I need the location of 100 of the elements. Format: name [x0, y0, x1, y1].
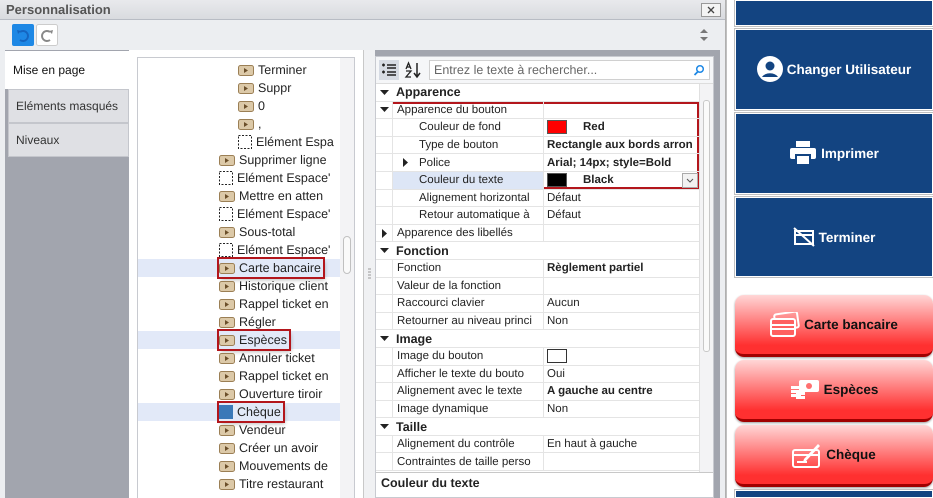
- tree-item[interactable]: Historique client: [219, 277, 330, 295]
- categorized-icon[interactable]: [379, 60, 399, 80]
- category-label: Apparence: [395, 85, 461, 100]
- scrollbar[interactable]: [340, 58, 354, 498]
- pos-button[interactable]: Carte bancaire: [735, 295, 933, 358]
- tree-item[interactable]: Elément Espace': [219, 169, 332, 187]
- tree-item[interactable]: Elément Espa: [238, 133, 336, 151]
- play-tag-icon: [238, 100, 254, 112]
- side-tab[interactable]: Niveaux: [8, 123, 129, 157]
- cash-icon: [790, 378, 820, 401]
- side-tab[interactable]: Eléments masqués: [8, 89, 129, 123]
- crossed-out-card-icon: [792, 227, 815, 248]
- square-icon: [219, 405, 233, 419]
- tree-item[interactable]: Annuler ticket: [219, 349, 317, 367]
- property-label[interactable]: Type de bouton: [393, 136, 543, 154]
- empty-image-box: [547, 349, 567, 364]
- dashed-square-icon: [219, 243, 233, 257]
- play-tag-icon: [219, 424, 235, 436]
- property-label[interactable]: Image dynamique: [393, 400, 543, 418]
- property-value: Arial; 14px; style=Bold: [547, 156, 672, 169]
- tree-item[interactable]: Rappel ticket en: [219, 295, 331, 313]
- tree-item[interactable]: 0: [238, 97, 267, 115]
- property-value: Red: [583, 121, 605, 134]
- pos-button[interactable]: [735, 490, 933, 498]
- redo-icon[interactable]: [36, 24, 58, 46]
- property-label[interactable]: Couleur de fond: [393, 119, 543, 136]
- expand-triangle-icon[interactable]: [380, 228, 388, 238]
- property-label[interactable]: Apparence du bouton: [393, 102, 543, 118]
- tree-item[interactable]: Créer un avoir: [219, 439, 320, 457]
- property-label[interactable]: Afficher le texte du bouto: [393, 366, 543, 382]
- splitter-grip-icon[interactable]: [368, 268, 371, 280]
- window-title: Personnalisation: [6, 2, 111, 17]
- tree-item[interactable]: Mouvements de: [219, 457, 330, 475]
- pos-button[interactable]: Terminer: [735, 196, 933, 278]
- user-icon: [756, 56, 783, 82]
- property-label[interactable]: Alignement horizontal: [393, 190, 543, 206]
- sort-alphabetical-icon[interactable]: [403, 60, 423, 80]
- play-tag-icon: [219, 190, 235, 202]
- play-tag-icon: [219, 388, 235, 400]
- property-label[interactable]: Valeur de la fonction: [393, 278, 543, 294]
- property-label[interactable]: Fonction: [393, 260, 543, 277]
- printer-icon: [789, 140, 818, 166]
- property-value: Règlement partiel: [547, 262, 644, 274]
- category-label: Image: [395, 332, 432, 346]
- tree-item[interactable]: Terminer: [238, 61, 309, 79]
- property-value: Défaut: [547, 192, 581, 204]
- play-tag-icon: [219, 352, 235, 364]
- expand-triangle-icon[interactable]: [380, 246, 388, 256]
- side-tab[interactable]: Mise en page: [5, 51, 129, 89]
- property-label[interactable]: Apparence des libellés: [393, 224, 543, 242]
- property-value: Défaut: [547, 209, 581, 222]
- property-label[interactable]: Police: [393, 154, 543, 171]
- tree-item[interactable]: Vendeur: [219, 421, 288, 439]
- expand-triangle-icon[interactable]: [380, 105, 388, 114]
- property-label[interactable]: Retour automatique à: [393, 207, 543, 224]
- property-label[interactable]: Contraintes de taille perso: [393, 453, 543, 470]
- tree-item[interactable]: Sous-total: [219, 223, 298, 241]
- expand-triangle-icon[interactable]: [380, 422, 388, 432]
- scrollbar[interactable]: [699, 84, 713, 472]
- tree-item[interactable]: Mettre en atten: [219, 187, 326, 205]
- search-field[interactable]: Entrez le texte à rechercher...: [429, 60, 710, 80]
- tree-item[interactable]: Titre restaurant: [219, 475, 326, 493]
- tree-item[interactable]: Suppr: [238, 79, 294, 97]
- pos-button[interactable]: Imprimer: [735, 112, 933, 194]
- search-icon: [693, 64, 705, 76]
- dashed-square-icon: [219, 171, 233, 185]
- property-value: Oui: [547, 368, 565, 380]
- property-value: En haut à gauche: [547, 438, 638, 450]
- property-label[interactable]: Alignement du contrôle: [393, 436, 543, 452]
- pos-button[interactable]: Changer Utilisateur: [735, 29, 933, 110]
- expand-triangle-icon[interactable]: [401, 158, 410, 168]
- play-tag-icon: [238, 64, 254, 76]
- property-label[interactable]: Couleur du texte: [393, 172, 543, 189]
- pos-button[interactable]: Chèque: [735, 425, 933, 487]
- property-value: Aucun: [547, 297, 580, 310]
- play-tag-icon: [219, 460, 235, 472]
- tree-item[interactable]: Elément Espace': [219, 205, 332, 223]
- tree-item[interactable]: Supprimer ligne: [219, 151, 329, 169]
- close-icon[interactable]: [701, 2, 721, 16]
- tree-item[interactable]: Rappel ticket en: [219, 367, 331, 385]
- dropdown-caret-icon[interactable]: [682, 172, 698, 188]
- tree-item[interactable]: Régler: [219, 313, 278, 331]
- property-label[interactable]: Alignement avec le texte: [393, 383, 543, 400]
- expand-triangle-icon[interactable]: [380, 88, 388, 97]
- property-value: Black: [583, 174, 614, 186]
- tree-item[interactable]: Elément Espace': [219, 241, 332, 259]
- scroll-arrows-icon[interactable]: [700, 28, 708, 42]
- expand-triangle-icon[interactable]: [380, 334, 388, 344]
- play-tag-icon: [238, 82, 254, 94]
- property-value: Non: [547, 315, 568, 328]
- property-label[interactable]: Retourner au niveau princi: [393, 312, 543, 330]
- property-label[interactable]: Image du bouton: [393, 348, 543, 364]
- play-tag-icon: [238, 118, 254, 130]
- tree-item[interactable]: Ouverture tiroir: [219, 385, 324, 403]
- dashed-square-icon: [238, 135, 252, 149]
- pos-button[interactable]: Espèces: [735, 360, 933, 422]
- play-tag-icon: [219, 262, 235, 274]
- pos-button[interactable]: [735, 0, 933, 26]
- tree-item[interactable]: ,: [238, 115, 264, 133]
- property-label[interactable]: Raccourci clavier: [393, 295, 543, 312]
